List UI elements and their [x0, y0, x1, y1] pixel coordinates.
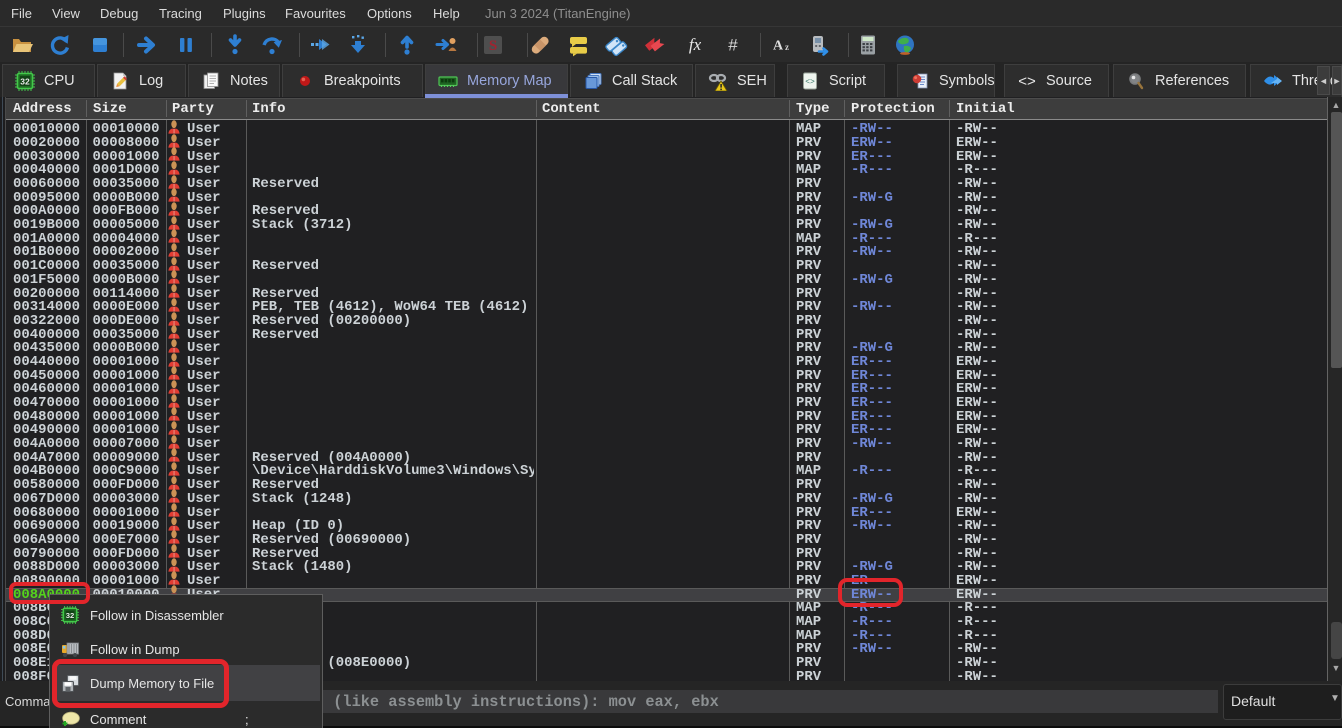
svg-text:#: #: [728, 36, 738, 55]
svg-text:A: A: [773, 39, 784, 54]
svg-text:<>: <>: [805, 78, 815, 87]
svg-text:z: z: [785, 42, 789, 52]
svg-text:32: 32: [66, 611, 74, 620]
svg-text:<>: <>: [1018, 73, 1036, 90]
svg-text:32: 32: [20, 76, 30, 86]
svg-text:fx: fx: [689, 35, 702, 54]
svg-text:S: S: [489, 38, 497, 54]
